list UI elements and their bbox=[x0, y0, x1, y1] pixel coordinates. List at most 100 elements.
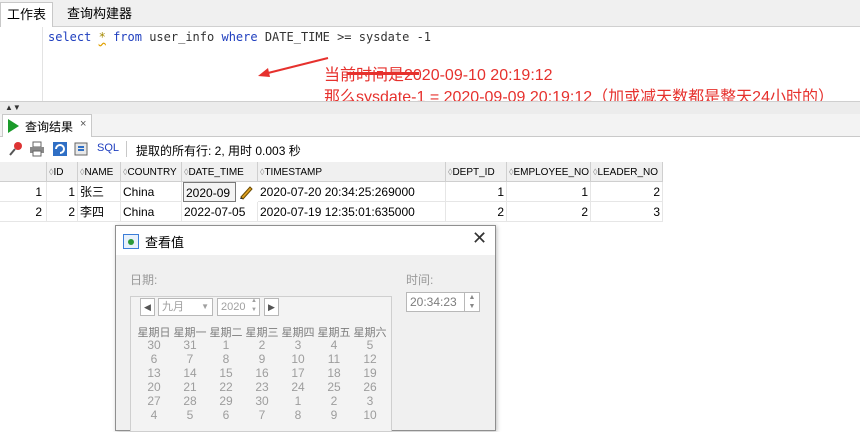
calendar-day[interactable]: 3 bbox=[280, 338, 316, 352]
table-cell[interactable]: 1 bbox=[446, 182, 507, 202]
calendar-day[interactable]: 7 bbox=[172, 352, 208, 366]
table-cell[interactable]: 2 bbox=[446, 202, 507, 222]
calendar-day[interactable]: 1 bbox=[280, 394, 316, 408]
calendar-day[interactable]: 10 bbox=[280, 352, 316, 366]
prev-month-button[interactable]: ◀ bbox=[140, 298, 155, 316]
table-cell[interactable]: 1 bbox=[507, 182, 591, 202]
time-value: 20:34:23 bbox=[410, 295, 457, 309]
sql-statement[interactable]: select * from user_info where DATE_TIME … bbox=[48, 30, 431, 44]
date-cell-editor[interactable]: 2020-09 bbox=[183, 182, 236, 202]
results-toolbar: SQL 提取的所有行: 2, 用时 0.003 秒 bbox=[0, 137, 860, 161]
table-cell[interactable]: 2020-07-19 12:35:01:635000 bbox=[258, 202, 446, 222]
column-header[interactable]: ◊DATE_TIME bbox=[182, 162, 258, 182]
column-header-label: NAME bbox=[84, 167, 114, 178]
close-icon[interactable]: ✕ bbox=[472, 228, 487, 249]
calendar-day[interactable]: 15 bbox=[208, 366, 244, 380]
column-header-label: DATE_TIME bbox=[188, 167, 244, 178]
chevron-down-icon: ▼ bbox=[201, 302, 209, 311]
calendar-day[interactable]: 23 bbox=[244, 380, 280, 394]
print-icon[interactable] bbox=[29, 141, 45, 157]
month-select[interactable]: 九月 ▼ bbox=[158, 298, 213, 316]
calendar-day[interactable]: 9 bbox=[244, 352, 280, 366]
tab-query-results[interactable]: 查询结果 × bbox=[2, 114, 92, 137]
calendar-day[interactable]: 5 bbox=[172, 408, 208, 422]
view-value-icon bbox=[123, 234, 139, 249]
calendar-day[interactable]: 13 bbox=[136, 366, 172, 380]
dialog-title-bar[interactable]: 查看值 ✕ bbox=[116, 226, 495, 255]
calendar-day[interactable]: 16 bbox=[244, 366, 280, 380]
table-cell[interactable]: China bbox=[121, 202, 182, 222]
calendar-day[interactable]: 6 bbox=[208, 408, 244, 422]
column-header[interactable]: ◊EMPLOYEE_NO bbox=[507, 162, 591, 182]
calendar-day[interactable]: 30 bbox=[136, 338, 172, 352]
tab-query-builder[interactable]: 查询构建器 bbox=[61, 2, 138, 26]
table-cell[interactable]: 2020-07-20 20:34:25:269000 bbox=[258, 182, 446, 202]
column-header[interactable]: ◊TIMESTAMP bbox=[258, 162, 446, 182]
calendar-day[interactable]: 20 bbox=[136, 380, 172, 394]
calendar-day[interactable]: 17 bbox=[280, 366, 316, 380]
calendar-day[interactable]: 1 bbox=[208, 338, 244, 352]
pin-icon[interactable] bbox=[8, 141, 24, 157]
calendar-day[interactable]: 5 bbox=[352, 338, 388, 352]
column-header[interactable]: ◊LEADER_NO bbox=[591, 162, 663, 182]
calendar-day[interactable]: 3 bbox=[352, 394, 388, 408]
column-header[interactable]: ◊COUNTRY bbox=[121, 162, 182, 182]
refresh-icon[interactable] bbox=[52, 141, 68, 157]
calendar-day[interactable]: 6 bbox=[136, 352, 172, 366]
column-header[interactable]: ◊NAME bbox=[78, 162, 121, 182]
row-number[interactable]: 1 bbox=[0, 182, 47, 202]
calendar-day[interactable]: 8 bbox=[208, 352, 244, 366]
calendar-day[interactable]: 22 bbox=[208, 380, 244, 394]
next-month-button[interactable]: ▶ bbox=[264, 298, 279, 316]
column-header[interactable]: ◊ID bbox=[47, 162, 78, 182]
table-cell[interactable]: China bbox=[121, 182, 182, 202]
calendar-day[interactable]: 11 bbox=[316, 352, 352, 366]
pane-splitter[interactable]: ▲▼ bbox=[0, 101, 860, 115]
calendar-day[interactable]: 4 bbox=[316, 338, 352, 352]
table-cell[interactable]: 张三 bbox=[78, 182, 121, 202]
calendar-day[interactable]: 4 bbox=[136, 408, 172, 422]
table-cell[interactable]: 1 bbox=[47, 182, 78, 202]
pencil-icon[interactable] bbox=[238, 184, 254, 200]
calendar-day[interactable]: 2 bbox=[244, 338, 280, 352]
date-label: 日期: bbox=[130, 273, 158, 287]
calendar-day[interactable]: 31 bbox=[172, 338, 208, 352]
toolbar-separator bbox=[126, 141, 127, 157]
table-cell[interactable]: 2 bbox=[591, 182, 663, 202]
row-header-corner bbox=[0, 162, 47, 182]
table-cell[interactable]: 2 bbox=[47, 202, 78, 222]
calendar-day[interactable]: 7 bbox=[244, 408, 280, 422]
tab-worksheet[interactable]: 工作表 bbox=[0, 2, 54, 27]
calendar-day[interactable]: 26 bbox=[352, 380, 388, 394]
table-cell[interactable]: 李四 bbox=[78, 202, 121, 222]
calendar-day[interactable]: 30 bbox=[244, 394, 280, 408]
calendar-day[interactable]: 24 bbox=[280, 380, 316, 394]
calendar-day[interactable]: 18 bbox=[316, 366, 352, 380]
row-number[interactable]: 2 bbox=[0, 202, 47, 222]
close-icon[interactable]: × bbox=[80, 118, 86, 130]
sql-button[interactable]: SQL bbox=[97, 142, 119, 154]
time-spinner[interactable]: 20:34:23 ▲ ▼ bbox=[406, 292, 480, 312]
calendar-day[interactable]: 12 bbox=[352, 352, 388, 366]
table-cell[interactable]: 3 bbox=[591, 202, 663, 222]
column-header[interactable]: ◊DEPT_ID bbox=[446, 162, 507, 182]
fetch-status: 提取的所有行: 2, 用时 0.003 秒 bbox=[136, 144, 301, 158]
collapse-up-icon[interactable]: ▲▼ bbox=[5, 103, 21, 113]
calendar-day[interactable]: 29 bbox=[208, 394, 244, 408]
calendar-day[interactable]: 19 bbox=[352, 366, 388, 380]
sql-icon[interactable] bbox=[74, 141, 90, 157]
calendar-day[interactable]: 10 bbox=[352, 408, 388, 422]
year-spinner[interactable]: 2020 ▲ ▼ bbox=[217, 298, 260, 316]
calendar-day[interactable]: 14 bbox=[172, 366, 208, 380]
table-cell[interactable]: 2 bbox=[507, 202, 591, 222]
table-cell[interactable]: 2022-07-05 bbox=[182, 202, 258, 222]
sql-keyword-select: select bbox=[48, 30, 92, 44]
calendar-day[interactable]: 9 bbox=[316, 408, 352, 422]
calendar-day[interactable]: 27 bbox=[136, 394, 172, 408]
calendar-day[interactable]: 25 bbox=[316, 380, 352, 394]
calendar-day[interactable]: 8 bbox=[280, 408, 316, 422]
calendar-day[interactable]: 28 bbox=[172, 394, 208, 408]
calendar-day[interactable]: 2 bbox=[316, 394, 352, 408]
calendar-day[interactable]: 21 bbox=[172, 380, 208, 394]
spinner-arrows-icon[interactable]: ▲ ▼ bbox=[464, 293, 479, 311]
